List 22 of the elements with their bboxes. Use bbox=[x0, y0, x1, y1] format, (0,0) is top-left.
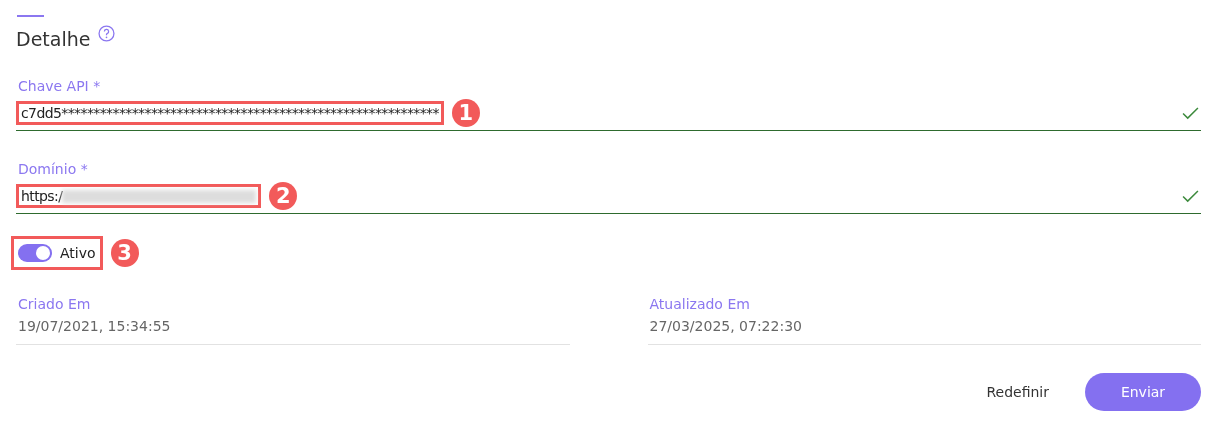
input-field[interactable]: c7dd5*********************************************************** 1 bbox=[16, 99, 1201, 131]
checkmark-icon bbox=[1182, 106, 1199, 120]
field-value: c7dd5*********************************************************** bbox=[21, 105, 439, 121]
info-value: 27/03/2025, 07:22:30 bbox=[649, 318, 803, 334]
callout-badge: 3 bbox=[110, 239, 139, 267]
help-icon[interactable] bbox=[98, 25, 116, 42]
toggle-label: Ativo bbox=[60, 245, 96, 261]
callout-badge: 2 bbox=[269, 182, 298, 210]
checkmark-icon bbox=[1182, 189, 1199, 203]
section-title: Detalhe bbox=[16, 28, 91, 50]
field-value: https:/ bbox=[21, 188, 63, 204]
field-label: Domínio * bbox=[18, 161, 89, 177]
reset-button[interactable]: Redefinir bbox=[976, 376, 1059, 408]
title-accent-line bbox=[17, 15, 44, 17]
info-label: Atualizado Em bbox=[649, 296, 751, 312]
info-label: Criado Em bbox=[18, 296, 92, 312]
field-label: Chave API * bbox=[18, 78, 102, 94]
submit-button[interactable]: Enviar bbox=[1085, 373, 1201, 411]
info-value: 19/07/2021, 15:34:55 bbox=[18, 318, 172, 334]
input-field[interactable]: https:/ 2 bbox=[16, 182, 1201, 214]
toggle-switch[interactable] bbox=[18, 244, 52, 262]
callout-badge: 1 bbox=[451, 99, 480, 127]
